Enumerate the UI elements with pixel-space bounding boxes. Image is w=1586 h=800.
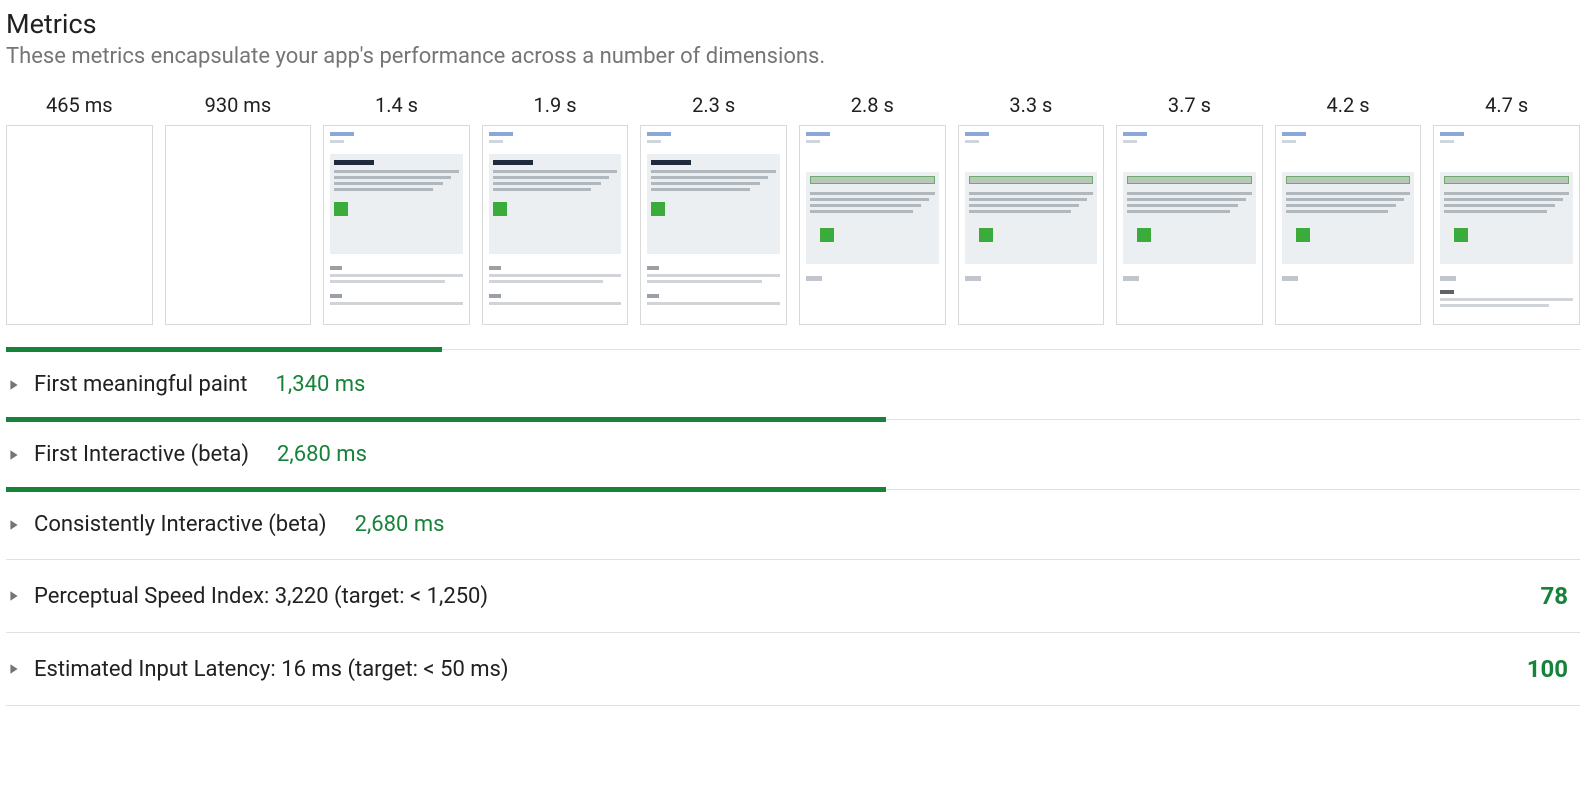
filmstrip-frame: 3.3 s [958, 93, 1105, 325]
metric-progress-bar [6, 347, 442, 352]
disclosure-triangle-icon[interactable] [6, 379, 34, 391]
metric-label: First Interactive (beta) [34, 442, 249, 467]
filmstrip-frame: 4.7 s [1433, 93, 1580, 325]
filmstrip-thumbnail [323, 125, 470, 325]
filmstrip-frame-time: 930 ms [205, 93, 272, 117]
metric-line: First meaningful paint 1,340 ms [6, 350, 1580, 419]
disclosure-triangle-icon[interactable] [6, 519, 34, 531]
metric-score: 78 [1540, 582, 1574, 610]
filmstrip-thumbnail [1433, 125, 1580, 325]
disclosure-triangle-icon[interactable] [6, 590, 34, 602]
filmstrip-frame-time: 1.9 s [534, 93, 577, 117]
metric-line: Perceptual Speed Index: 3,220 (target: <… [6, 560, 1580, 632]
filmstrip-frame: 1.9 s [482, 93, 629, 325]
metric-value: 2,680 ms [355, 512, 445, 537]
filmstrip-frame: 2.8 s [799, 93, 946, 325]
metric-row[interactable]: Consistently Interactive (beta) 2,680 ms [6, 489, 1580, 559]
metric-value: 2,680 ms [277, 442, 367, 467]
filmstrip-thumbnail [1116, 125, 1263, 325]
filmstrip-frame-time: 3.7 s [1168, 93, 1211, 117]
filmstrip-frame: 930 ms [165, 93, 312, 325]
filmstrip-frame-time: 465 ms [46, 93, 113, 117]
metric-label: Consistently Interactive (beta) [34, 512, 327, 537]
metric-label: Estimated Input Latency: 16 ms (target: … [34, 657, 509, 682]
metric-row[interactable]: First Interactive (beta) 2,680 ms [6, 419, 1580, 489]
metric-line: Consistently Interactive (beta) 2,680 ms [6, 490, 1580, 559]
metric-progress-bar [6, 417, 886, 422]
metrics-panel: Metrics These metrics encapsulate your a… [0, 0, 1586, 726]
section-subtitle: These metrics encapsulate your app's per… [6, 44, 1580, 69]
metric-line: Estimated Input Latency: 16 ms (target: … [6, 633, 1580, 705]
filmstrip-thumbnail [1275, 125, 1422, 325]
filmstrip-frame-time: 4.7 s [1485, 93, 1528, 117]
filmstrip-frame: 3.7 s [1116, 93, 1263, 325]
filmstrip-frame: 4.2 s [1275, 93, 1422, 325]
filmstrip-thumbnail [958, 125, 1105, 325]
filmstrip-frame-time: 2.8 s [851, 93, 894, 117]
metric-line: First Interactive (beta) 2,680 ms [6, 420, 1580, 489]
filmstrip-thumbnail [482, 125, 629, 325]
metric-row[interactable]: First meaningful paint 1,340 ms [6, 349, 1580, 419]
metric-row[interactable]: Perceptual Speed Index: 3,220 (target: <… [6, 559, 1580, 632]
metric-row[interactable]: Estimated Input Latency: 16 ms (target: … [6, 632, 1580, 706]
metric-value: 1,340 ms [276, 372, 366, 397]
filmstrip-frame-time: 1.4 s [375, 93, 418, 117]
metrics-list: First meaningful paint 1,340 ms First Inte… [6, 349, 1580, 706]
filmstrip-frame-time: 2.3 s [692, 93, 735, 117]
filmstrip: 465 ms 930 ms 1.4 s 1.9 s 2.3 s 2.8 s 3.3 s 3.7… [6, 93, 1580, 325]
disclosure-triangle-icon[interactable] [6, 449, 34, 461]
metric-progress-bar [6, 487, 886, 492]
metric-score: 100 [1527, 655, 1574, 683]
disclosure-triangle-icon[interactable] [6, 663, 34, 675]
filmstrip-frame-time: 4.2 s [1327, 93, 1370, 117]
filmstrip-thumbnail [640, 125, 787, 325]
metric-label: Perceptual Speed Index: 3,220 (target: <… [34, 584, 488, 609]
section-title: Metrics [6, 8, 1580, 40]
filmstrip-frame: 465 ms [6, 93, 153, 325]
filmstrip-thumbnail [6, 125, 153, 325]
filmstrip-thumbnail [799, 125, 946, 325]
filmstrip-frame-time: 3.3 s [1009, 93, 1052, 117]
metric-label: First meaningful paint [34, 372, 248, 397]
filmstrip-frame: 2.3 s [640, 93, 787, 325]
filmstrip-frame: 1.4 s [323, 93, 470, 325]
filmstrip-thumbnail [165, 125, 312, 325]
